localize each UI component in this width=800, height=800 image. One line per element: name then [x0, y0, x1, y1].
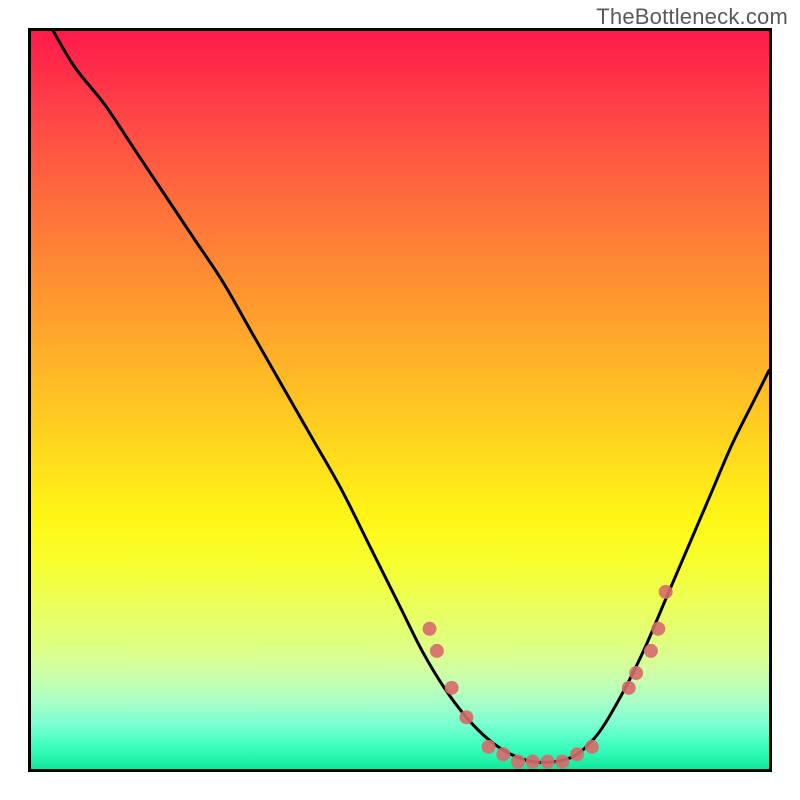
plot-frame [28, 28, 772, 772]
marker-dot [622, 681, 636, 695]
marker-dot [430, 644, 444, 658]
marker-dot [651, 622, 665, 636]
marker-dot [445, 681, 459, 695]
marker-dot [555, 755, 569, 769]
marker-dot [659, 585, 673, 599]
marker-dot [570, 747, 584, 761]
marker-dot [511, 755, 525, 769]
marker-dot [526, 755, 540, 769]
marker-dot [423, 622, 437, 636]
bottleneck-curve [53, 31, 769, 763]
marker-dot [585, 740, 599, 754]
marker-dot [629, 666, 643, 680]
marker-dots [423, 585, 673, 769]
chart-container: TheBottleneck.com [0, 0, 800, 800]
marker-dot [459, 710, 473, 724]
marker-dot [482, 740, 496, 754]
marker-dot [541, 755, 555, 769]
marker-dot [644, 644, 658, 658]
watermark-text: TheBottleneck.com [596, 4, 788, 30]
curve-svg [31, 31, 769, 769]
marker-dot [496, 747, 510, 761]
